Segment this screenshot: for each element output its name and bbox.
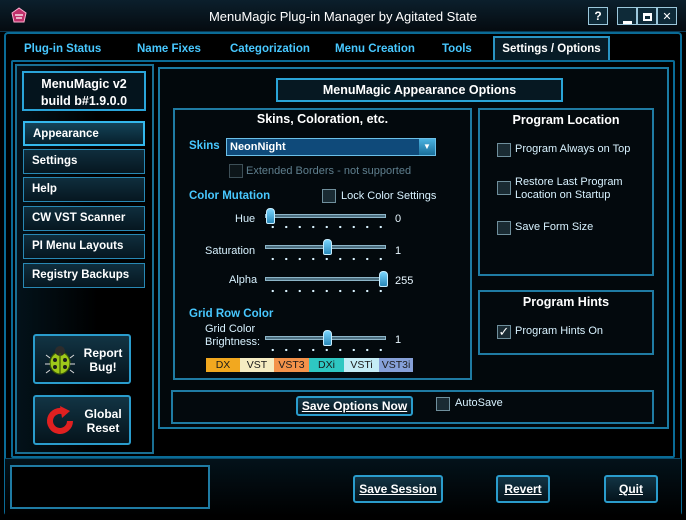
saturation-slider[interactable] bbox=[322, 239, 332, 255]
status-box bbox=[10, 465, 210, 509]
legend-dxi: DXi bbox=[309, 358, 344, 372]
tab-settings-options[interactable]: Settings / Options bbox=[493, 36, 610, 60]
maximize-button[interactable] bbox=[637, 7, 657, 25]
restore-location-label-1: Restore Last Program bbox=[515, 176, 623, 188]
lock-color-label: Lock Color Settings bbox=[341, 190, 437, 202]
always-on-top-label: Program Always on Top bbox=[515, 143, 631, 155]
lock-color-checkbox[interactable] bbox=[322, 189, 336, 203]
legend-dx: DX bbox=[206, 358, 240, 372]
restore-location-label: Restore Last Program Location on Startup bbox=[515, 176, 623, 202]
close-icon: ✕ bbox=[662, 11, 672, 23]
program-location-title: Program Location bbox=[512, 113, 620, 127]
color-mutation-label: Color Mutation bbox=[189, 190, 271, 202]
checkmark-icon: ✓ bbox=[498, 324, 510, 339]
legend-vst3i: VST3i bbox=[379, 358, 413, 372]
global-reset-label-1: Global bbox=[84, 407, 122, 421]
grid-brightness-label: Grid Color Brightness: bbox=[205, 323, 260, 349]
extended-borders-label: Extended Borders - not supported bbox=[246, 165, 412, 177]
tab-tools[interactable]: Tools bbox=[442, 40, 472, 60]
quit-button[interactable]: Quit bbox=[604, 475, 658, 503]
grid-brightness-label-1: Grid Color bbox=[205, 323, 256, 335]
minimize-button[interactable] bbox=[617, 7, 637, 25]
report-bug-button[interactable]: Report Bug! bbox=[33, 334, 131, 384]
report-bug-label-2: Bug! bbox=[89, 360, 117, 374]
grid-brightness-ticks bbox=[266, 347, 388, 353]
legend-vsti: VSTi bbox=[344, 358, 379, 372]
sidebar-item-appearance[interactable]: Appearance bbox=[23, 121, 145, 146]
chevron-down-icon[interactable]: ▼ bbox=[419, 139, 435, 155]
saturation-value: 1 bbox=[395, 245, 402, 257]
tab-plugin-status[interactable]: Plug-in Status bbox=[24, 40, 101, 60]
alpha-label: Alpha bbox=[229, 274, 258, 286]
grid-brightness-slider[interactable] bbox=[322, 330, 332, 346]
saturation-ticks bbox=[266, 256, 388, 262]
sidebar-item-cw-vst-scanner[interactable]: CW VST Scanner bbox=[23, 206, 145, 231]
grid-row-label: Grid Row Color bbox=[189, 308, 274, 320]
close-button[interactable]: ✕ bbox=[657, 7, 677, 25]
save-options-button[interactable]: Save Options Now bbox=[296, 396, 413, 416]
tab-menu-creation[interactable]: Menu Creation bbox=[335, 40, 415, 60]
legend-vst3: VST3 bbox=[274, 358, 309, 372]
skins-group-title: Skins, Coloration, etc. bbox=[256, 112, 389, 126]
minimize-icon bbox=[622, 21, 632, 24]
grid-brightness-label-2: Brightness: bbox=[205, 336, 261, 348]
reset-icon bbox=[44, 405, 76, 440]
global-reset-button[interactable]: Global Reset bbox=[33, 395, 131, 445]
global-reset-label-2: Reset bbox=[86, 421, 120, 435]
maximize-icon bbox=[642, 13, 652, 21]
alpha-slider[interactable] bbox=[379, 271, 388, 287]
restore-location-checkbox[interactable] bbox=[497, 181, 511, 195]
alpha-slider-track bbox=[265, 277, 386, 281]
report-bug-label-1: Report bbox=[83, 346, 123, 360]
hue-label: Hue bbox=[235, 213, 256, 225]
save-form-size-checkbox[interactable] bbox=[497, 221, 511, 235]
hue-value: 0 bbox=[395, 213, 402, 225]
appearance-title: MenuMagic Appearance Options bbox=[276, 78, 563, 102]
hue-ticks bbox=[266, 224, 388, 230]
saturation-label: Saturation bbox=[205, 245, 256, 257]
always-on-top-checkbox[interactable] bbox=[497, 143, 511, 157]
program-hints-title: Program Hints bbox=[522, 295, 610, 309]
tab-name-fixes[interactable]: Name Fixes bbox=[137, 40, 201, 60]
skins-select[interactable]: NeonNight bbox=[226, 138, 436, 156]
sidebar-item-settings[interactable]: Settings bbox=[23, 149, 145, 174]
skins-label: Skins bbox=[189, 140, 220, 152]
program-hints-checkbox[interactable]: ✓ bbox=[497, 325, 511, 339]
tab-categorization[interactable]: Categorization bbox=[230, 40, 310, 60]
sidebar-item-registry-backups[interactable]: Registry Backups bbox=[23, 263, 145, 288]
hue-slider-track bbox=[265, 214, 386, 218]
sidebar-item-help[interactable]: Help bbox=[23, 177, 145, 202]
program-hints-label: Program Hints On bbox=[515, 325, 604, 337]
alpha-ticks bbox=[266, 288, 388, 294]
version-box: MenuMagic v2 build b#1.9.0.0 bbox=[22, 71, 146, 111]
alpha-value: 255 bbox=[395, 275, 414, 287]
version-build: build b#1.9.0.0 bbox=[40, 94, 128, 108]
version-name: MenuMagic v2 bbox=[41, 77, 127, 91]
window-title: MenuMagic Plug-in Manager by Agitated St… bbox=[208, 9, 478, 24]
restore-location-label-2: Location on Startup bbox=[515, 189, 611, 201]
autosave-label: AutoSave bbox=[455, 397, 503, 409]
extended-borders-checkbox[interactable] bbox=[229, 164, 243, 178]
autosave-checkbox[interactable] bbox=[436, 397, 450, 411]
help-button[interactable]: ? bbox=[588, 7, 608, 25]
save-session-button[interactable]: Save Session bbox=[353, 475, 443, 503]
legend-vst: VST bbox=[240, 358, 274, 372]
save-form-size-label: Save Form Size bbox=[515, 221, 594, 233]
hue-slider[interactable] bbox=[266, 208, 275, 224]
bug-icon bbox=[45, 344, 75, 379]
sidebar-item-pi-menu-layouts[interactable]: PI Menu Layouts bbox=[23, 234, 145, 259]
revert-button[interactable]: Revert bbox=[496, 475, 550, 503]
grid-brightness-value: 1 bbox=[395, 334, 402, 346]
